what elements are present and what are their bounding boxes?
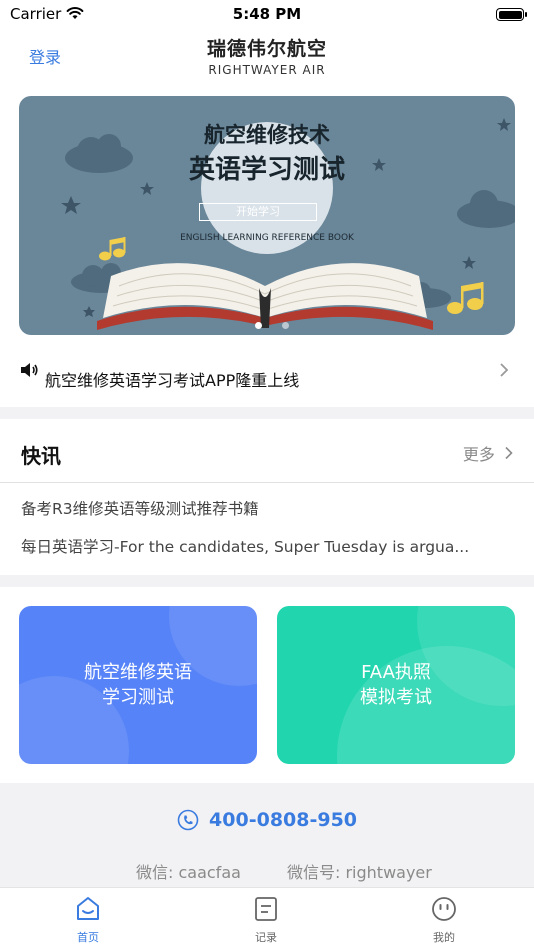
carousel-indicator xyxy=(245,314,299,333)
wechat-id-label: 微信号: rightwayer xyxy=(287,863,432,882)
battery-icon xyxy=(496,8,527,21)
banner-title-line2: 英语学习测试 xyxy=(188,155,345,185)
wechat-label: 微信: caacfaa xyxy=(136,863,241,882)
nav-bar: 登录 瑞德伟尔航空 RIGHTWAYER AIR xyxy=(0,30,534,82)
tab-bar: 首页 记录 我的 xyxy=(0,887,534,950)
brand-logo: 瑞德伟尔航空 RIGHTWAYER AIR xyxy=(0,34,534,77)
tab-records-label: 记录 xyxy=(255,931,277,944)
carousel-dot[interactable] xyxy=(255,322,262,329)
english-card-line2: 学习测试 xyxy=(102,687,174,708)
news-section: 快讯 更多 备考R3维修英语等级测试推荐书籍 每日英语学习-For the ca… xyxy=(0,419,534,575)
news-more-button[interactable]: 更多 xyxy=(463,441,514,465)
tab-home[interactable]: 首页 xyxy=(38,894,138,945)
feature-cards: 航空维修英语 学习测试 FAA执照 模拟考试 xyxy=(0,587,534,783)
top-section: 航空维修技术 英语学习测试 开始学习 ENGLISH LEARNING REFE… xyxy=(0,82,534,407)
status-bar: Carrier 5:48 PM xyxy=(0,0,534,30)
home-smile-icon xyxy=(77,897,99,920)
banner-title-line1: 航空维修技术 xyxy=(204,123,330,147)
faa-card-line2: 模拟考试 xyxy=(360,687,432,708)
tab-records[interactable]: 记录 xyxy=(216,894,316,945)
status-time: 5:48 PM xyxy=(232,5,302,23)
announcement-text: 航空维修英语学习考试APP隆重上线 xyxy=(45,371,300,390)
tab-profile-label: 我的 xyxy=(433,931,455,944)
news-item[interactable]: 备考R3维修英语等级测试推荐书籍 xyxy=(21,497,517,519)
speaker-icon xyxy=(21,363,38,377)
english-test-card[interactable]: 航空维修英语 学习测试 xyxy=(19,606,257,764)
carousel-dot[interactable] xyxy=(282,322,289,329)
chevron-right-icon xyxy=(500,363,509,377)
announcement-bar[interactable]: 航空维修英语学习考试APP隆重上线 xyxy=(19,352,515,392)
chevron-right-icon xyxy=(505,446,513,460)
brand-name: 瑞德伟尔航空 xyxy=(206,38,327,60)
phone-icon xyxy=(177,809,199,831)
news-title: 快讯 xyxy=(21,444,61,468)
phone-link[interactable]: 400-0808-950 xyxy=(0,809,534,831)
faa-exam-card[interactable]: FAA执照 模拟考试 xyxy=(277,606,515,764)
english-card-line1: 航空维修英语 xyxy=(84,662,192,683)
banner-subtitle: ENGLISH LEARNING REFERENCE BOOK xyxy=(180,233,354,243)
start-learning-button[interactable]: 开始学习 xyxy=(199,203,317,221)
tab-home-label: 首页 xyxy=(77,931,99,944)
phone-number: 400-0808-950 xyxy=(209,809,358,831)
profile-face-icon xyxy=(432,897,456,921)
record-icon xyxy=(255,897,277,921)
faa-card-line1: FAA执照 xyxy=(361,662,431,683)
promo-banner[interactable]: 航空维修技术 英语学习测试 开始学习 ENGLISH LEARNING REFE… xyxy=(19,96,515,335)
brand-subtitle: RIGHTWAYER AIR xyxy=(208,63,326,77)
contact-section: 400-0808-950 微信: caacfaa 微信号: rightwayer xyxy=(0,783,534,887)
news-more-label: 更多 xyxy=(462,445,495,464)
tab-profile[interactable]: 我的 xyxy=(394,894,494,945)
news-item[interactable]: 每日英语学习-For the candidates, Super Tuesday… xyxy=(21,535,517,557)
divider xyxy=(0,482,534,483)
